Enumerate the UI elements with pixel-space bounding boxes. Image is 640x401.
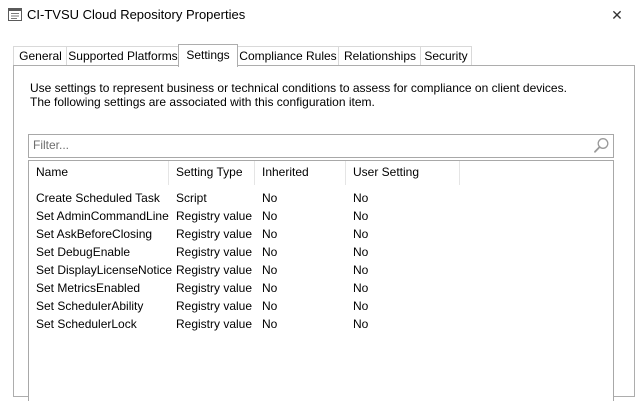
cell-name: Set MetricsEnabled xyxy=(36,281,141,295)
cell-name: Set AskBeforeClosing xyxy=(36,227,153,241)
list-row[interactable]: Set AdminCommandLine Registry value No N… xyxy=(29,207,613,225)
settings-tab-panel: Use settings to represent business or te… xyxy=(13,65,635,401)
cell-setting-type: Registry value xyxy=(176,245,253,259)
list-row[interactable]: Set MetricsEnabled Registry value No No xyxy=(29,279,613,297)
cell-inherited: No xyxy=(262,245,278,259)
cell-user-setting: No xyxy=(353,263,369,277)
title-bar: CI-TVSU Cloud Repository Properties ✕ xyxy=(0,0,640,30)
cell-user-setting: No xyxy=(353,191,369,205)
column-header-setting-type[interactable]: Setting Type xyxy=(169,161,255,185)
tab-relationships[interactable]: Relationships xyxy=(338,46,422,66)
cell-name: Create Scheduled Task xyxy=(36,191,160,205)
cell-name: Set AdminCommandLine xyxy=(36,209,169,223)
tab-settings[interactable]: Settings xyxy=(178,44,238,67)
settings-list[interactable]: Name Setting Type Inherited User Setting… xyxy=(28,160,614,401)
cell-name: Set DebugEnable xyxy=(36,245,131,259)
close-icon: ✕ xyxy=(611,7,623,23)
cell-setting-type: Registry value xyxy=(176,263,253,277)
cell-inherited: No xyxy=(262,209,278,223)
search-icon[interactable] xyxy=(593,137,610,154)
cell-user-setting: No xyxy=(353,281,369,295)
cell-setting-type: Registry value xyxy=(176,281,253,295)
cell-inherited: No xyxy=(262,191,278,205)
cell-user-setting: No xyxy=(353,245,369,259)
window-title: CI-TVSU Cloud Repository Properties xyxy=(27,7,246,22)
close-button[interactable]: ✕ xyxy=(594,0,640,30)
cell-inherited: No xyxy=(262,263,278,277)
cell-setting-type: Registry value xyxy=(176,227,253,241)
cell-user-setting: No xyxy=(353,209,369,223)
tab-supported-platforms[interactable]: Supported Platforms xyxy=(66,46,180,66)
cell-user-setting: No xyxy=(353,299,369,313)
tab-general[interactable]: General xyxy=(13,46,68,66)
cell-setting-type: Script xyxy=(176,191,207,205)
list-row[interactable]: Set SchedulerLock Registry value No No xyxy=(29,315,613,333)
tab-compliance-rules[interactable]: Compliance Rules xyxy=(236,46,340,66)
cell-setting-type: Registry value xyxy=(176,317,253,331)
cell-user-setting: No xyxy=(353,317,369,331)
list-row[interactable]: Set DisplayLicenseNotice Registry value … xyxy=(29,261,613,279)
cell-user-setting: No xyxy=(353,227,369,241)
cell-name: Set SchedulerAbility xyxy=(36,299,144,313)
filter-box xyxy=(28,134,614,158)
cell-setting-type: Registry value xyxy=(176,299,253,313)
cell-inherited: No xyxy=(262,227,278,241)
settings-description: Use settings to represent business or te… xyxy=(30,81,567,109)
filter-input[interactable] xyxy=(29,135,583,155)
list-row[interactable]: Create Scheduled Task Script No No xyxy=(29,189,613,207)
column-header-name[interactable]: Name xyxy=(29,161,169,185)
properties-window-icon xyxy=(8,8,22,21)
column-header-user-setting[interactable]: User Setting xyxy=(346,161,460,185)
cell-inherited: No xyxy=(262,299,278,313)
column-header-inherited[interactable]: Inherited xyxy=(255,161,346,185)
cell-setting-type: Registry value xyxy=(176,209,253,223)
cell-inherited: No xyxy=(262,317,278,331)
list-row[interactable]: Set SchedulerAbility Registry value No N… xyxy=(29,297,613,315)
cell-inherited: No xyxy=(262,281,278,295)
tab-security[interactable]: Security xyxy=(420,46,472,66)
list-row[interactable]: Set AskBeforeClosing Registry value No N… xyxy=(29,225,613,243)
cell-name: Set SchedulerLock xyxy=(36,317,137,331)
list-row[interactable]: Set DebugEnable Registry value No No xyxy=(29,243,613,261)
list-header: Name Setting Type Inherited User Setting xyxy=(29,161,613,185)
cell-name: Set DisplayLicenseNotice xyxy=(36,263,173,277)
